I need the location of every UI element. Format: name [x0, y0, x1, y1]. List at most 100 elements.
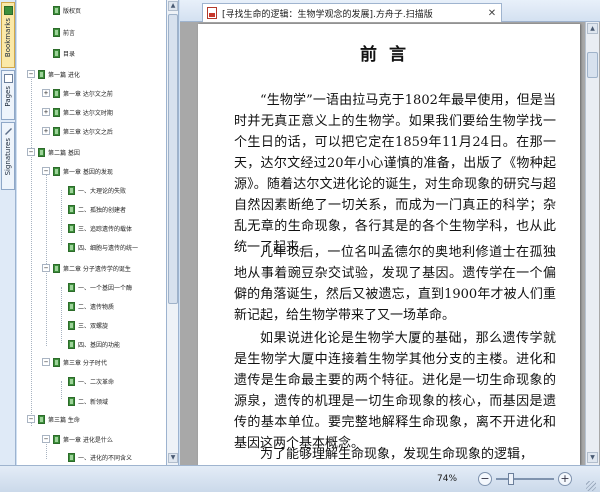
bookmark-label: 第二章 分子遗传学的诞生 [63, 265, 131, 273]
document-scrollbar[interactable]: ▲ ▼ [585, 22, 599, 465]
collapse-icon[interactable]: − [42, 264, 50, 272]
paragraph-2: 几年以后，一位名叫孟德尔的奥地利修道士在孤独地从事着豌豆杂交试验，发现了基因。遗… [234, 245, 556, 323]
document-page: 前言 “生物学”一语由拉马克于1802年最早使用，但是当时并无真正意义上的生物学… [198, 24, 580, 465]
tab-pages[interactable]: Pages [1, 70, 15, 120]
document-tab[interactable]: [寻找生命的逻辑：生物学观念的发展].方舟子.扫描版 ✕ [202, 3, 502, 22]
bookmarks-scrollbar[interactable]: ▲ ▼ [167, 0, 179, 465]
bookmark-item[interactable]: 目录 [42, 47, 75, 59]
doc-scrollbar-thumb[interactable] [587, 52, 598, 78]
bookmark-icon [38, 69, 45, 79]
bookmark-item[interactable]: 三、双螺旋 [57, 319, 108, 331]
tab-bookmarks-label: Bookmarks [4, 18, 12, 58]
bookmark-item[interactable]: 一、进化的不同含义 [57, 451, 132, 463]
bookmark-item[interactable]: 二、孤独的创建者 [57, 203, 126, 215]
bookmark-label: 二、新领域 [78, 398, 109, 406]
bookmark-item[interactable]: 前言 [42, 26, 75, 38]
bookmark-icon [68, 242, 75, 252]
doc-scroll-down-arrow-icon[interactable]: ▼ [587, 452, 598, 463]
bookmark-item[interactable]: − 第三章 分子时代 [42, 356, 107, 368]
bookmark-item[interactable]: − 第一章 基因的发现 [42, 165, 113, 177]
expand-icon[interactable]: + [42, 89, 50, 97]
bookmark-item[interactable]: − 第一章 进化是什么 [42, 433, 113, 445]
bookmark-icon [68, 339, 75, 349]
bookmark-icon [53, 434, 60, 444]
bookmark-icon [68, 301, 75, 311]
document-tab-title: [寻找生命的逻辑：生物学观念的发展].方舟子.扫描版 [222, 9, 433, 20]
bookmark-label: 四、细胞与遗传的统一 [78, 244, 139, 252]
bookmark-label: 三、追踪遗传的载体 [78, 225, 133, 233]
bookmark-icon [68, 185, 75, 195]
bookmark-icon [68, 223, 75, 233]
signatures-icon [4, 126, 13, 135]
bookmark-item[interactable]: 四、细胞与遗传的统一 [57, 241, 138, 253]
bookmark-item[interactable]: 四、基因的功能 [57, 338, 120, 350]
zoom-out-button[interactable]: − [478, 472, 492, 486]
zoom-slider-thumb[interactable] [507, 473, 514, 485]
paragraph-3: 如果说进化论是生物学大厦的基础，那么遗传学就是生物学大厦中连接着生物学其他分支的… [234, 331, 556, 451]
tab-signatures[interactable]: Signatures [1, 122, 15, 190]
bookmark-icon [68, 204, 75, 214]
bookmark-item[interactable]: − 第二章 分子遗传学的诞生 [42, 262, 131, 274]
bookmark-label: 版权页 [63, 7, 82, 15]
bookmark-label: 第二章 达尔文时期 [63, 109, 113, 117]
bookmark-label: 第三章 分子时代 [63, 359, 107, 367]
bookmark-icon [53, 126, 60, 136]
bookmark-icon [53, 263, 60, 273]
zoom-in-button[interactable]: + [558, 472, 572, 486]
bookmark-item[interactable]: + 第二章 达尔文时期 [42, 106, 113, 118]
page-heading: 前言 [360, 45, 418, 65]
bookmark-item[interactable]: + 第三章 达尔文之后 [42, 125, 113, 137]
bookmark-item[interactable]: 三、追踪遗传的载体 [57, 222, 132, 234]
bookmark-label: 第一篇 进化 [48, 71, 80, 79]
bookmark-item[interactable]: 二、遗传物质 [57, 300, 114, 312]
bookmark-item[interactable]: − 第二篇 基因 [27, 146, 80, 158]
resize-grip-icon[interactable] [586, 481, 596, 491]
bookmark-item[interactable]: − 第一篇 进化 [27, 68, 80, 80]
bookmark-icon [53, 166, 60, 176]
bookmark-item[interactable]: 版权页 [42, 4, 81, 16]
bookmark-icon [53, 357, 60, 367]
bookmark-item[interactable]: 二、新领域 [57, 395, 108, 407]
bookmark-item[interactable]: − 第三篇 生命 [27, 413, 80, 425]
bookmark-label: 一、二次革命 [78, 378, 115, 386]
expand-icon[interactable]: + [42, 108, 50, 116]
bookmark-icon [53, 48, 60, 58]
bookmark-label: 二、遗传物质 [78, 303, 115, 311]
doc-scroll-up-arrow-icon[interactable]: ▲ [587, 23, 598, 34]
collapse-icon[interactable]: − [27, 148, 35, 156]
bookmark-item[interactable]: 一、一个基因一个酶 [57, 281, 132, 293]
collapse-icon[interactable]: − [42, 435, 50, 443]
collapse-icon[interactable]: − [42, 358, 50, 366]
bookmark-item[interactable]: + 第一章 达尔文之前 [42, 87, 113, 99]
pdf-file-icon [207, 7, 217, 19]
bookmark-item[interactable]: 一、大理论的失败 [57, 184, 126, 196]
scroll-down-arrow-icon[interactable]: ▼ [168, 453, 178, 463]
collapse-icon[interactable]: − [27, 70, 35, 78]
collapse-icon[interactable]: − [27, 415, 35, 423]
bookmark-label: 一、一个基因一个酶 [78, 284, 133, 292]
bookmark-icon [53, 5, 60, 15]
bookmark-label: 第一章 进化是什么 [63, 436, 113, 444]
expand-icon[interactable]: + [42, 127, 50, 135]
bookmark-label: 第二篇 基因 [48, 149, 80, 157]
scrollbar-thumb[interactable] [168, 14, 178, 304]
collapse-icon[interactable]: − [42, 167, 50, 175]
scroll-up-arrow-icon[interactable]: ▲ [168, 1, 178, 11]
zoom-slider-track[interactable] [496, 478, 554, 480]
paragraph-4: 为了能够理解生命现象，发现生命现象的逻辑， [260, 447, 534, 462]
tab-signatures-label: Signatures [4, 138, 12, 176]
bookmark-icon [38, 147, 45, 157]
tab-bookmarks[interactable]: Bookmarks [1, 2, 15, 68]
panel-tab-strip: Bookmarks Pages Signatures [0, 0, 16, 465]
bookmark-icon [68, 320, 75, 330]
close-tab-icon[interactable]: ✕ [486, 8, 498, 19]
bookmark-label: 第一章 基因的发现 [63, 168, 113, 176]
bookmark-item[interactable]: 一、二次革命 [57, 375, 114, 387]
